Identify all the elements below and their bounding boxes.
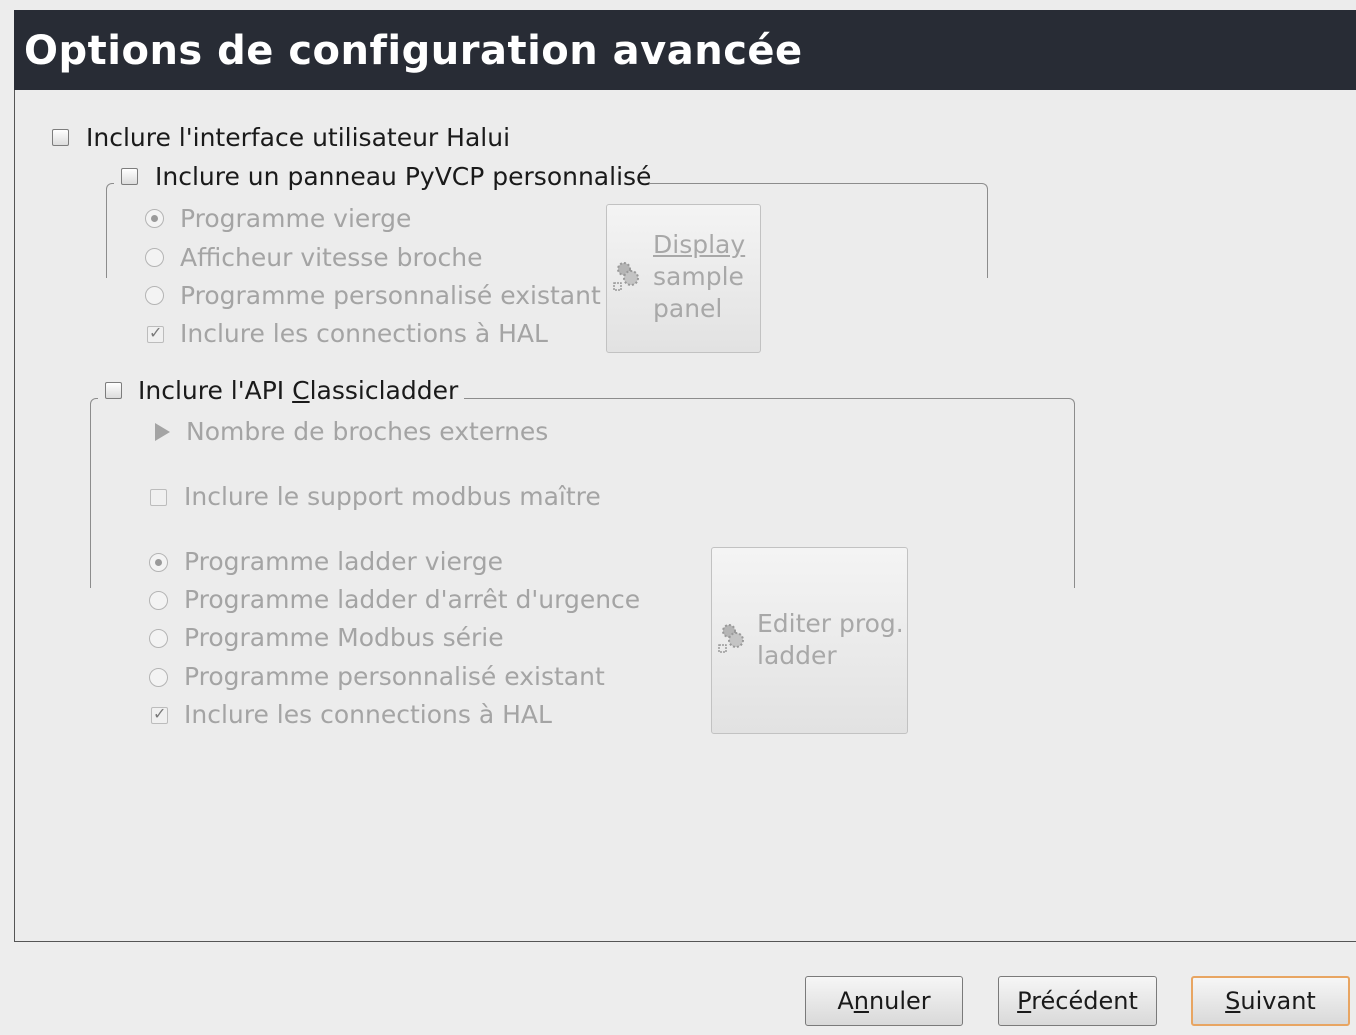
ladder-radio-blank[interactable] (149, 553, 168, 572)
cancel-label-pre: A (837, 987, 854, 1015)
ladder-hal-checkbox[interactable]: ✓ (151, 704, 168, 724)
ladder-radio-custom[interactable] (149, 668, 168, 687)
pyvcp-checkbox[interactable] (121, 168, 138, 185)
pyvcp-radio-spindle[interactable] (145, 248, 164, 267)
edit-button-line2: ladder (757, 641, 837, 670)
classicladder-label: Inclure l'API Classicladder (138, 376, 458, 406)
edit-button-line1: Editer prog. (757, 609, 904, 638)
expander-arrow-icon[interactable] (155, 423, 170, 441)
cancel-button[interactable]: Annuler (805, 976, 963, 1026)
next-button[interactable]: Suivant (1191, 976, 1350, 1026)
page-title: Options de configuration avancée (24, 28, 803, 74)
ladder-radio-estop[interactable] (149, 591, 168, 610)
pyvcp-hal-label: Inclure les connections à HAL (180, 319, 548, 348)
gear-icon (613, 262, 639, 291)
previous-label-post: récédent (1031, 987, 1138, 1015)
checkmark-icon: ✓ (153, 704, 167, 723)
next-label-post: uivant (1240, 987, 1316, 1015)
ladder-hal-label: Inclure les connections à HAL (184, 700, 552, 729)
cancel-label-mnemonic: n (853, 987, 869, 1015)
display-button-line3: panel (653, 294, 723, 323)
pyvcp-option-label: Afficheur vitesse broche (180, 243, 483, 272)
ladder-option-label: Programme personnalisé existant (184, 662, 605, 691)
cancel-label-post: nuler (868, 987, 931, 1015)
checkmark-icon: ✓ (149, 323, 163, 342)
pyvcp-option-label: Programme personnalisé existant (180, 281, 601, 310)
pyvcp-radio-blank[interactable] (145, 209, 164, 228)
ladder-radio-modbus[interactable] (149, 629, 168, 648)
ladder-option-label: Programme ladder d'arrêt d'urgence (184, 585, 641, 614)
pyvcp-hal-checkbox[interactable]: ✓ (147, 323, 164, 343)
pyvcp-option-label: Programme vierge (180, 204, 412, 233)
halui-checkbox[interactable] (52, 129, 69, 146)
classicladder-label-post: lassicladder (309, 376, 459, 405)
modbus-master-label: Inclure le support modbus maître (184, 482, 601, 511)
pyvcp-radio-custom[interactable] (145, 286, 164, 305)
external-pins-expander-label[interactable]: Nombre de broches externes (186, 417, 548, 447)
page-header: Options de configuration avancée (14, 10, 1356, 90)
top-strip (0, 0, 1356, 10)
edit-ladder-button[interactable]: Editer prog. ladder (711, 547, 908, 734)
next-label-mnemonic: S (1225, 987, 1241, 1015)
classicladder-label-mnemonic: C (292, 376, 310, 405)
previous-label-mnemonic: P (1017, 987, 1032, 1015)
gear-icon (718, 624, 744, 653)
pyvcp-label: Inclure un panneau PyVCP personnalisé (155, 162, 652, 191)
classicladder-checkbox[interactable] (105, 382, 122, 399)
display-button-line2: sample (653, 262, 744, 291)
halui-label: Inclure l'interface utilisateur Halui (86, 123, 511, 152)
classicladder-label-pre: Inclure l'API (138, 376, 293, 405)
ladder-option-label: Programme ladder vierge (184, 547, 503, 576)
display-sample-panel-button[interactable]: Display sample panel (606, 204, 761, 353)
display-button-line1: Display (653, 230, 746, 259)
previous-button[interactable]: Précédent (998, 976, 1157, 1026)
modbus-master-checkbox[interactable] (150, 489, 167, 506)
ladder-option-label: Programme Modbus série (184, 623, 504, 652)
